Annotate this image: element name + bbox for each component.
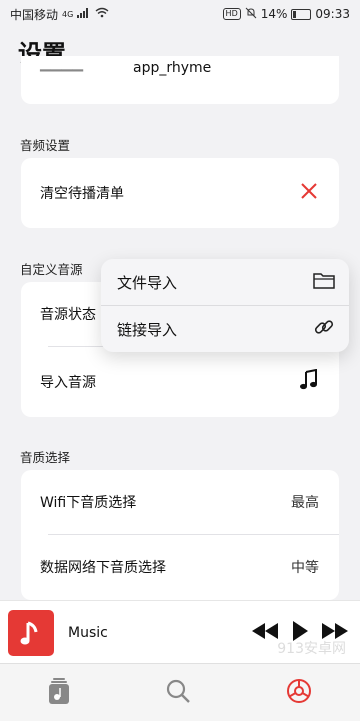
album-art[interactable] <box>8 609 54 656</box>
file-import-item[interactable]: 文件导入 <box>101 259 349 305</box>
import-source-label: 导入音源 <box>40 375 96 391</box>
library-icon <box>49 677 69 704</box>
quality-section-label: 音质选择 <box>20 450 71 465</box>
app-name-value: app_rhyme <box>133 60 212 76</box>
mobile-quality-label: 数据网络下音质选择 <box>40 560 166 576</box>
wifi-quality-value: 最高 <box>291 495 319 511</box>
watermark: 913安卓网 <box>277 641 346 657</box>
wifi-icon <box>95 7 109 21</box>
close-icon[interactable] <box>299 181 319 205</box>
audio-card: 清空待播清单 <box>21 158 339 228</box>
clear-queue-label: 清空待播清单 <box>40 186 124 202</box>
custom-source-section-label: 自定义音源 <box>20 262 83 277</box>
import-source-row[interactable]: 导入音源 <box>21 347 339 417</box>
battery-percent: 14% <box>260 7 288 21</box>
track-title: Music <box>68 624 108 641</box>
audio-section-label: 音频设置 <box>20 138 71 153</box>
signal-icon <box>77 7 91 21</box>
quality-card: Wifi下音质选择 最高 数据网络下音质选择 中等 <box>21 470 339 600</box>
previous-icon[interactable] <box>252 622 278 643</box>
link-icon <box>313 316 335 342</box>
status-bar: 中国移动 4G HD 14% 09:33 <box>0 0 360 28</box>
app-name-label-fragment: ▁▁▁▁ <box>40 56 84 72</box>
mobile-quality-value: 中等 <box>291 560 319 576</box>
mobile-quality-row[interactable]: 数据网络下音质选择 中等 <box>21 535 339 599</box>
search-icon <box>166 679 190 703</box>
clear-queue-row[interactable]: 清空待播清单 <box>21 158 339 228</box>
link-import-item[interactable]: 链接导入 <box>101 306 349 352</box>
battery-icon <box>291 8 312 20</box>
clock: 09:33 <box>315 7 350 21</box>
tab-bar <box>0 663 360 721</box>
wifi-quality-label: Wifi下音质选择 <box>40 495 137 511</box>
import-popup-menu: 文件导入 链接导入 <box>101 259 349 352</box>
mute-icon <box>245 7 257 22</box>
hd-badge: HD <box>222 8 241 20</box>
wifi-quality-row[interactable]: Wifi下音质选择 最高 <box>21 470 339 534</box>
app-name-card: ▁▁▁▁ app_rhyme <box>21 56 339 104</box>
carrier-label: 中国移动 <box>10 7 59 22</box>
tab-library[interactable] <box>47 677 71 709</box>
file-import-label: 文件导入 <box>117 273 178 292</box>
network-type: 4G <box>62 9 74 19</box>
music-note-icon[interactable] <box>299 368 319 395</box>
settings-icon <box>287 678 311 703</box>
tab-search[interactable] <box>165 678 191 708</box>
source-status-label: 音源状态 <box>40 307 96 323</box>
folder-icon <box>313 271 335 293</box>
link-import-label: 链接导入 <box>117 320 178 339</box>
tab-settings[interactable] <box>285 677 313 709</box>
